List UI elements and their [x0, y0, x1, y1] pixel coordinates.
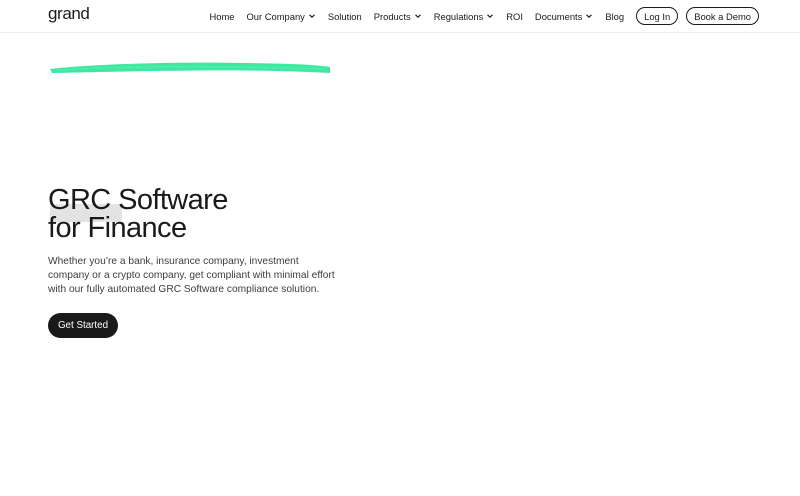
nav-products[interactable]: Products [374, 11, 422, 22]
title-line-2: for Finance [48, 212, 187, 244]
login-button[interactable]: Log In [636, 7, 679, 25]
chevron-down-icon [414, 12, 422, 20]
brush-stroke-decoration [50, 62, 330, 73]
hero-description: Whether you’re a bank, insurance company… [48, 256, 335, 295]
page-title: GRC Software for Finance [48, 184, 368, 244]
nav-documents[interactable]: Documents [535, 11, 593, 22]
nav-roi[interactable]: ROI [506, 11, 523, 22]
title-line-1: GRC Software [48, 184, 228, 216]
nav-products-label: Products [373, 10, 411, 22]
logo[interactable]: grand [48, 4, 90, 24]
nav-documents-label: Documents [534, 10, 583, 22]
book-demo-button[interactable]: Book a Demo [686, 7, 759, 25]
chevron-down-icon [585, 12, 593, 20]
nav-home[interactable]: Home [209, 11, 234, 22]
chevron-down-icon [308, 12, 316, 20]
chevron-down-icon [486, 12, 494, 20]
main-nav: Home Our Company Solution Products Regul… [209, 0, 759, 32]
nav-regulations-label: Regulations [433, 10, 484, 22]
nav-roi-label: ROI [506, 10, 523, 22]
hero-section: GRC Software for Finance Whether you’re … [48, 186, 368, 338]
nav-home-label: Home [209, 10, 235, 22]
nav-regulations[interactable]: Regulations [434, 11, 495, 22]
nav-blog-label: Blog [605, 10, 625, 22]
nav-solution[interactable]: Solution [328, 11, 362, 22]
nav-solution-label: Solution [327, 10, 362, 22]
nav-our-company-label: Our Company [246, 10, 305, 22]
site-header: grand Home Our Company Solution Products… [0, 0, 800, 33]
get-started-button[interactable]: Get Started [48, 313, 118, 338]
nav-blog[interactable]: Blog [605, 11, 624, 22]
nav-our-company[interactable]: Our Company [246, 11, 315, 22]
